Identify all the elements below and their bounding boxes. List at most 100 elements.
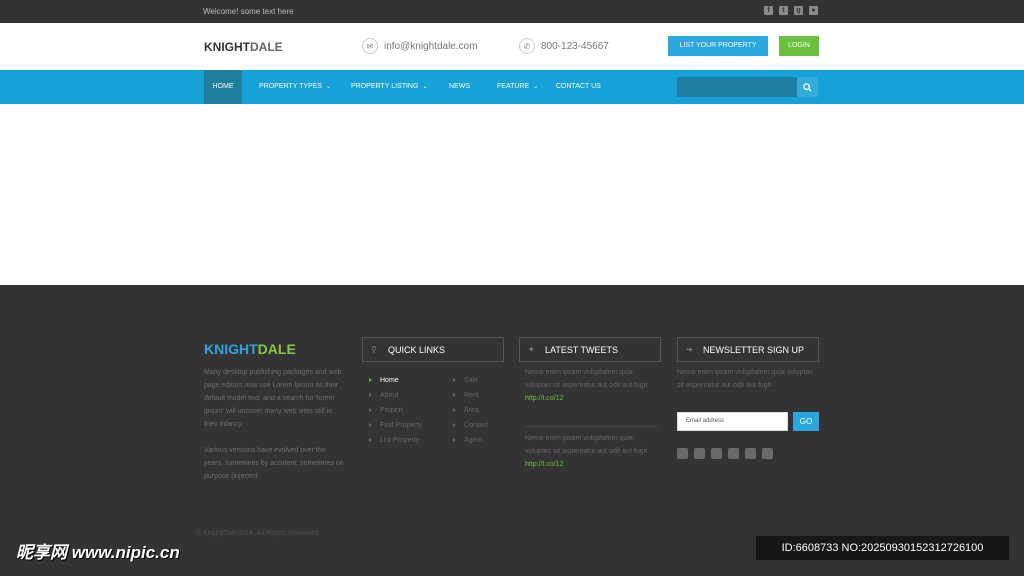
footer-logo[interactable]: KNIGHTDALE xyxy=(204,341,296,357)
link-icon: ⚲ xyxy=(371,345,377,354)
quick-link-label: Area xyxy=(464,407,479,414)
twitter-icon[interactable]: t xyxy=(779,6,788,15)
caret-right-icon xyxy=(369,423,372,428)
rss-icon[interactable] xyxy=(728,448,739,459)
quick-link-label: About xyxy=(380,392,399,399)
quick-links-heading: ⚲ QUICK LINKS xyxy=(362,337,504,362)
newsletter-text: Nemo enim ipsam voluptatem quia voluptas… xyxy=(677,369,813,389)
email-text[interactable]: info@knightdale.com xyxy=(384,41,478,52)
nav-item-feature[interactable]: FEATURE ⌄ xyxy=(497,70,538,104)
tweet-text: Nemo enim ipsam voluptatem quia voluptas… xyxy=(525,435,648,455)
quick-link-home[interactable]: Home xyxy=(369,373,422,388)
tweet-text: Nemo enim ipsam voluptatem quia voluptas… xyxy=(525,369,648,389)
phone-text: 800-123-45667 xyxy=(541,40,609,52)
nav-label: NEWS xyxy=(449,83,470,90)
quick-link-about[interactable]: About xyxy=(369,388,422,403)
caret-right-icon xyxy=(453,408,456,413)
quick-link-find-property[interactable]: Find Property xyxy=(369,418,422,433)
chevron-down-icon: ⌄ xyxy=(533,84,539,90)
tweet-item: Nemo enim ipsam voluptatem quia voluptas… xyxy=(525,366,657,405)
watermark-logo: 昵享网 www.nipic.cn xyxy=(16,543,180,562)
youtube-icon[interactable] xyxy=(745,448,756,459)
caret-right-icon xyxy=(453,393,456,398)
twitter-icon: ✦ xyxy=(528,345,535,354)
login-button[interactable]: LOGIN xyxy=(779,36,819,56)
quick-link-label: Agent xyxy=(464,437,483,444)
nav-item-property-types[interactable]: PROPERTY TYPES ⌄ xyxy=(259,70,331,104)
latest-tweets-heading: ✦ LATEST TWEETS xyxy=(519,337,661,362)
footer-logo-part1: KNIGHT xyxy=(204,341,258,357)
email-contact: ✉ info@knightdale.com xyxy=(362,38,478,54)
newsletter-email-input[interactable]: Email address xyxy=(677,412,788,431)
quick-link-area[interactable]: Area xyxy=(453,403,488,418)
caret-right-icon xyxy=(369,378,372,383)
linkedin-icon[interactable] xyxy=(711,448,722,459)
twitter-icon[interactable] xyxy=(677,448,688,459)
quick-links-col1: Home About Propert Find Property List Pr… xyxy=(369,373,422,448)
footer-desc-para: Various versions have evolved over the y… xyxy=(204,447,344,480)
quick-link-label: Home xyxy=(380,377,399,384)
list-property-button[interactable]: LIST YOUR PROPERTY xyxy=(668,36,768,56)
logo-part2: DALE xyxy=(250,40,283,54)
newsletter-title: NEWSLETTER SIGN UP xyxy=(703,344,805,355)
search-input[interactable] xyxy=(677,77,797,97)
phone-contact: ✆ 800-123-45667 xyxy=(519,38,609,54)
chevron-down-icon: ⌄ xyxy=(326,84,332,90)
nav-item-property-listing[interactable]: PROPERTY LISTING ⌄ xyxy=(351,70,427,104)
logo-part1: KNIGHT xyxy=(204,40,250,54)
caret-right-icon xyxy=(369,393,372,398)
caret-right-icon xyxy=(453,423,456,428)
nav-item-contact-us[interactable]: CONTACT US xyxy=(556,70,601,104)
nav-label: HOME xyxy=(212,83,234,90)
tweet-link[interactable]: http://t.co/12 xyxy=(525,392,657,405)
logo[interactable]: KNIGHTDALE xyxy=(204,40,283,54)
caret-right-icon xyxy=(453,438,456,443)
latest-tweets-title: LATEST TWEETS xyxy=(545,344,619,355)
search-box xyxy=(677,77,818,97)
quick-link-contact[interactable]: Contact xyxy=(453,418,488,433)
footer: KNIGHTDALE Many desktop publishing packa… xyxy=(0,285,1024,576)
top-bar: Welcome! some text here f t g ● xyxy=(0,0,1024,23)
quick-link-label: List Property xyxy=(380,437,420,444)
copyright: © KnightDale2014. All Rights Reserved. xyxy=(196,530,320,537)
nav-label: PROPERTY TYPES xyxy=(259,83,323,90)
caret-right-icon xyxy=(453,378,456,383)
newsletter-go-button[interactable]: GO xyxy=(793,412,819,431)
quick-link-propert[interactable]: Propert xyxy=(369,403,422,418)
quick-link-label: Rent xyxy=(464,392,479,399)
tweet-item: Nemo enim ipsam voluptatem quia voluptas… xyxy=(525,432,657,471)
nav-label: FEATURE xyxy=(497,83,530,90)
quick-link-list-property[interactable]: List Property xyxy=(369,433,422,448)
quick-link-label: Contact xyxy=(464,422,489,429)
tweet-link[interactable]: http://t.co/12 xyxy=(525,458,657,471)
quick-link-label: Propert xyxy=(380,407,403,414)
nav-label: CONTACT US xyxy=(556,83,601,90)
footer-desc-para: Many desktop publishing packages and web… xyxy=(204,369,342,428)
facebook-icon[interactable]: f xyxy=(764,6,773,15)
quick-link-rent[interactable]: Rent xyxy=(453,388,488,403)
google-plus-icon[interactable]: g xyxy=(794,6,803,15)
header: KNIGHTDALE ✉ info@knightdale.com ✆ 800-1… xyxy=(0,23,1024,70)
flickr-icon[interactable] xyxy=(762,448,773,459)
footer-social-icons xyxy=(677,448,773,459)
newsletter-heading: ➜ NEWSLETTER SIGN UP xyxy=(677,337,819,362)
search-button[interactable] xyxy=(797,77,818,97)
envelope-icon: ✉ xyxy=(362,38,378,54)
flickr-icon[interactable]: ● xyxy=(809,6,818,15)
tweet-divider xyxy=(525,426,658,427)
quick-link-agent[interactable]: Agent xyxy=(453,433,488,448)
watermark-id: ID:6608733 NO:20250930152312726100 xyxy=(756,536,1009,560)
welcome-text: Welcome! some text here xyxy=(203,7,294,16)
top-social-icons: f t g ● xyxy=(764,6,818,15)
quick-link-label: Sale xyxy=(464,377,479,384)
facebook-icon[interactable] xyxy=(694,448,705,459)
nav-label: PROPERTY LISTING xyxy=(351,83,419,90)
footer-logo-part2: DALE xyxy=(257,341,296,357)
main-nav: HOME PROPERTY TYPES ⌄ PROPERTY LISTING ⌄ N… xyxy=(0,70,1024,104)
caret-right-icon xyxy=(369,408,372,413)
nav-item-home[interactable]: HOME xyxy=(204,70,242,104)
quick-link-sale[interactable]: Sale xyxy=(453,373,488,388)
nav-item-news[interactable]: NEWS xyxy=(449,70,470,104)
chevron-down-icon: ⌄ xyxy=(422,84,428,90)
footer-description: Many desktop publishing packages and web… xyxy=(204,366,344,483)
